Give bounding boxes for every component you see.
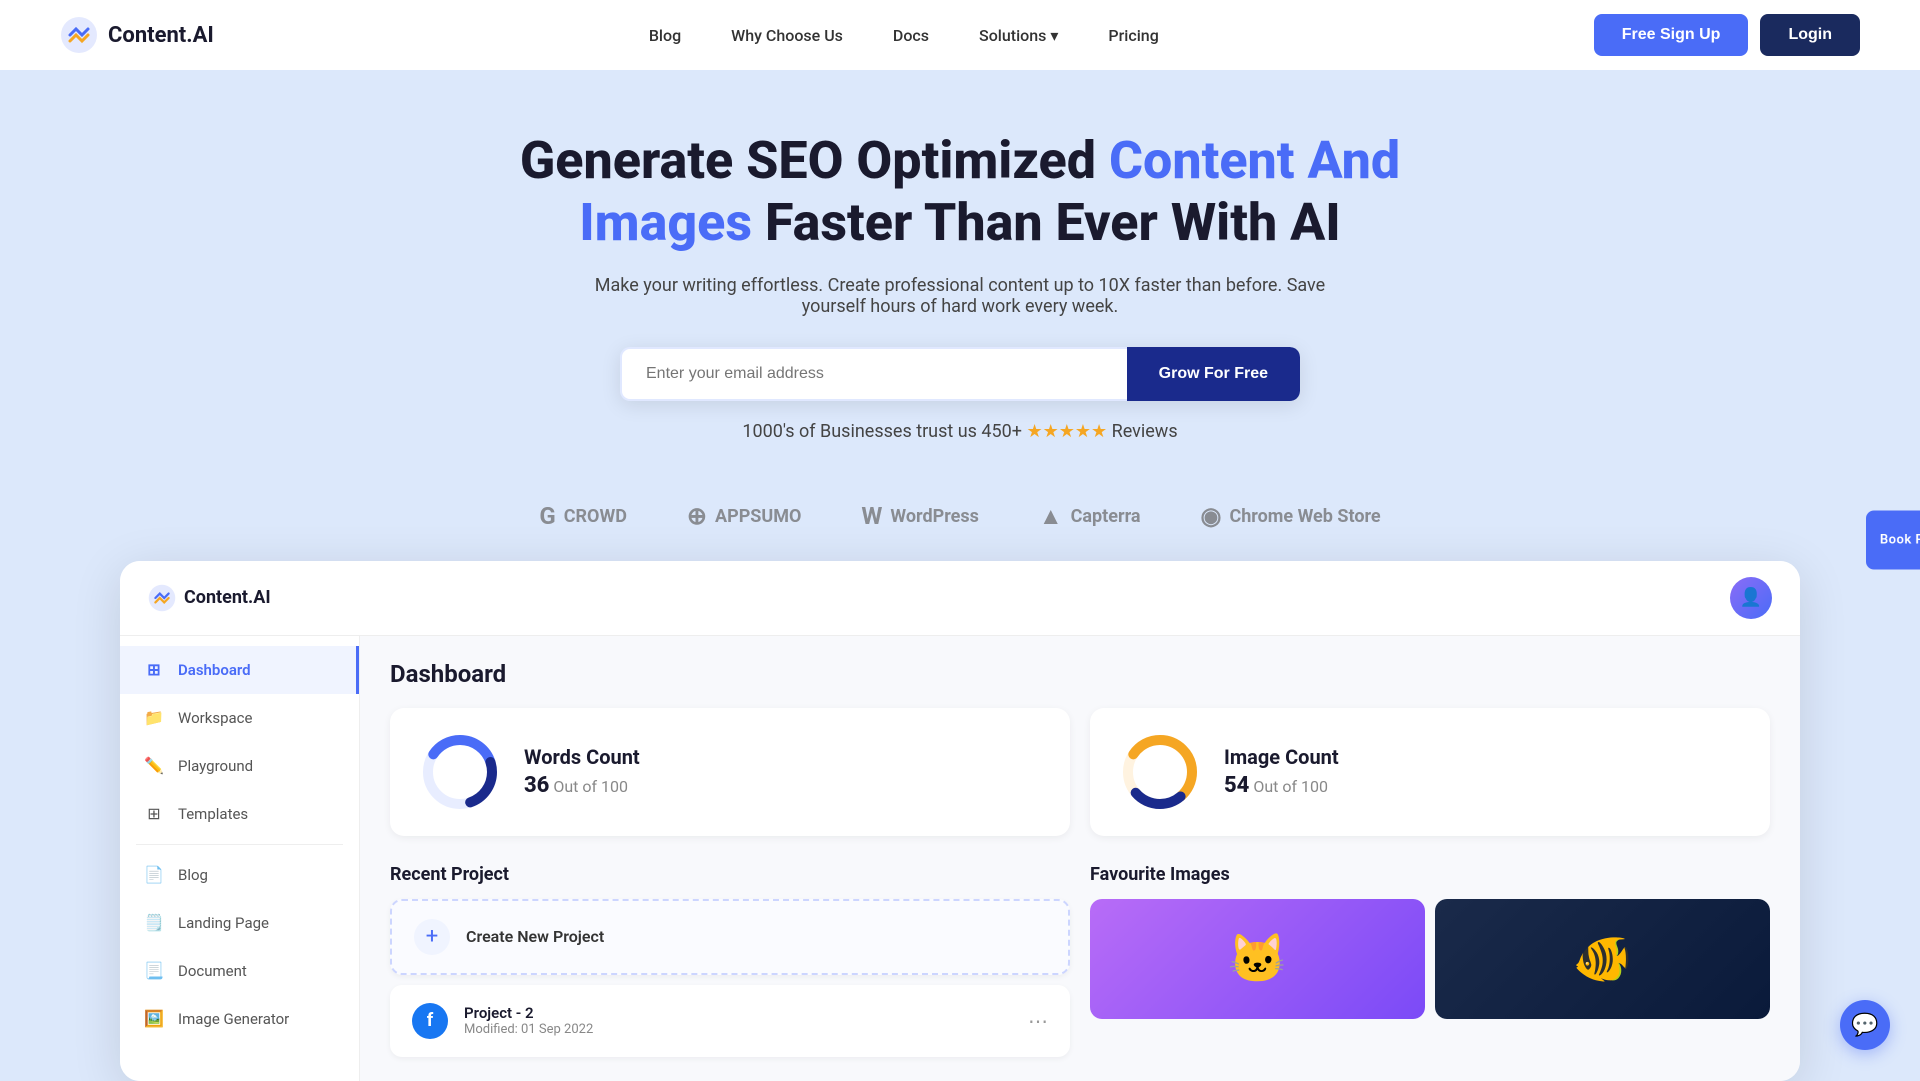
landing-page-icon: 🗒️: [144, 913, 164, 933]
project-card-2[interactable]: f Project - 2 Modified: 01 Sep 2022 ⋯: [390, 985, 1070, 1057]
hero-section: Generate SEO Optimized Content And Image…: [0, 70, 1920, 502]
nav-link-pricing[interactable]: Pricing: [1108, 26, 1158, 45]
trust-text: 1000's of Businesses trust us 450+ ★★★★★…: [580, 421, 1340, 442]
sidebar-item-workspace[interactable]: 📁 Workspace: [120, 694, 359, 742]
chat-widget-button[interactable]: 💬: [1840, 1000, 1890, 1050]
project-modified-date: Modified: 01 Sep 2022: [464, 1022, 1012, 1037]
dashboard-main: Dashboard Words Count 36 Out of 100: [360, 636, 1800, 1081]
grow-for-free-button[interactable]: Grow For Free: [1127, 347, 1300, 401]
chevron-down-icon: ▾: [1050, 26, 1058, 45]
sidebar-item-landing-page[interactable]: 🗒️ Landing Page: [120, 899, 359, 947]
words-count-card: Words Count 36 Out of 100: [390, 708, 1070, 836]
navbar: Content.AI Blog Why Choose Us Docs Solut…: [0, 0, 1920, 70]
sidebar-divider: [136, 844, 343, 845]
sidebar-item-image-generator[interactable]: 🖼️ Image Generator: [120, 995, 359, 1043]
image-count-card: Image Count 54 Out of 100: [1090, 708, 1770, 836]
create-project-label: Create New Project: [466, 927, 604, 946]
nav-item-why[interactable]: Why Choose Us: [731, 26, 843, 45]
blog-icon: 📄: [144, 865, 164, 885]
nav-link-why[interactable]: Why Choose Us: [731, 26, 843, 45]
project-info: Project - 2 Modified: 01 Sep 2022: [464, 1004, 1012, 1037]
partner-logos: G CROWD ⊕ APPSUMO W WordPress ▲ Capterra…: [0, 502, 1920, 531]
favourite-images-grid: 🐱 🐠: [1090, 899, 1770, 1019]
login-button[interactable]: Login: [1760, 14, 1860, 56]
words-count-info: Words Count 36 Out of 100: [524, 745, 640, 798]
sidebar-item-templates[interactable]: ⊞ Templates: [120, 790, 359, 838]
nav-item-pricing[interactable]: Pricing: [1108, 26, 1158, 45]
logo-icon: [60, 16, 98, 54]
project-cards: + Create New Project f Project - 2 Modif…: [390, 899, 1070, 1057]
dashboard-icon: ⊞: [144, 660, 164, 680]
project-facebook-icon: f: [412, 1003, 448, 1039]
nav-link-solutions[interactable]: Solutions ▾: [979, 26, 1058, 45]
dashboard-title: Dashboard: [390, 660, 1770, 688]
logo-wordpress: W WordPress: [861, 502, 978, 530]
workspace-icon: 📁: [144, 708, 164, 728]
nav-link-docs[interactable]: Docs: [893, 26, 929, 45]
logo-capterra: ▲ Capterra: [1039, 502, 1141, 531]
nav-links: Blog Why Choose Us Docs Solutions ▾ Pric…: [649, 26, 1159, 45]
favourite-images-panel: Favourite Images 🐱 🐠: [1090, 864, 1770, 1057]
nav-item-blog[interactable]: Blog: [649, 26, 681, 45]
recent-projects-panel: Recent Project + Create New Project f Pr…: [390, 864, 1070, 1057]
nav-actions: Free Sign Up Login: [1594, 14, 1860, 56]
dashboard-preview: Content.AI 👤 ⊞ Dashboard 📁 Workspace ✏️ …: [120, 561, 1800, 1081]
email-form: Grow For Free: [620, 347, 1300, 401]
book-demo-button[interactable]: Book Personalized Demo: [1866, 511, 1920, 570]
logo-crowd: G CROWD: [539, 502, 627, 530]
brand-name: Content.AI: [108, 23, 214, 48]
chat-icon: 💬: [1851, 1013, 1878, 1038]
logo-appsumo: ⊕ APPSUMO: [687, 502, 802, 530]
free-signup-button[interactable]: Free Sign Up: [1594, 14, 1749, 56]
dash-logo-icon: [148, 584, 176, 612]
templates-icon: ⊞: [144, 804, 164, 824]
dashboard-header: Content.AI 👤: [120, 561, 1800, 636]
favourite-images-title: Favourite Images: [1090, 864, 1770, 885]
logo-chrome: ◉ Chrome Web Store: [1201, 502, 1381, 530]
dash-brand-logo: Content.AI: [148, 584, 271, 612]
playground-icon: ✏️: [144, 756, 164, 776]
sidebar-item-dashboard[interactable]: ⊞ Dashboard: [120, 646, 359, 694]
document-icon: 📃: [144, 961, 164, 981]
create-new-project-card[interactable]: + Create New Project: [390, 899, 1070, 975]
image-generator-icon: 🖼️: [144, 1009, 164, 1029]
user-avatar[interactable]: 👤: [1730, 577, 1772, 619]
image-count-chart: [1120, 732, 1200, 812]
words-count-chart: [420, 732, 500, 812]
project-name: Project - 2: [464, 1004, 1012, 1022]
sidebar-item-blog[interactable]: 📄 Blog: [120, 851, 359, 899]
nav-item-solutions[interactable]: Solutions ▾: [979, 26, 1058, 45]
sidebar-item-document[interactable]: 📃 Document: [120, 947, 359, 995]
image-count-info: Image Count 54 Out of 100: [1224, 745, 1339, 798]
hero-title: Generate SEO Optimized Content And Image…: [510, 130, 1410, 255]
sidebar: ⊞ Dashboard 📁 Workspace ✏️ Playground ⊞ …: [120, 636, 360, 1081]
fav-image-fish[interactable]: 🐠: [1435, 899, 1770, 1019]
fav-image-cat[interactable]: 🐱: [1090, 899, 1425, 1019]
stats-row: Words Count 36 Out of 100: [390, 708, 1770, 836]
hero-subtitle: Make your writing effortless. Create pro…: [580, 275, 1340, 317]
email-input[interactable]: [620, 347, 1127, 401]
nav-link-blog[interactable]: Blog: [649, 26, 681, 45]
create-plus-icon: +: [414, 919, 450, 955]
recent-projects-title: Recent Project: [390, 864, 1070, 885]
nav-item-docs[interactable]: Docs: [893, 26, 929, 45]
dashboard-body: ⊞ Dashboard 📁 Workspace ✏️ Playground ⊞ …: [120, 636, 1800, 1081]
sidebar-item-playground[interactable]: ✏️ Playground: [120, 742, 359, 790]
recent-section: Recent Project + Create New Project f Pr…: [390, 864, 1770, 1057]
brand-logo[interactable]: Content.AI: [60, 16, 214, 54]
project-menu-dots[interactable]: ⋯: [1028, 1009, 1048, 1033]
